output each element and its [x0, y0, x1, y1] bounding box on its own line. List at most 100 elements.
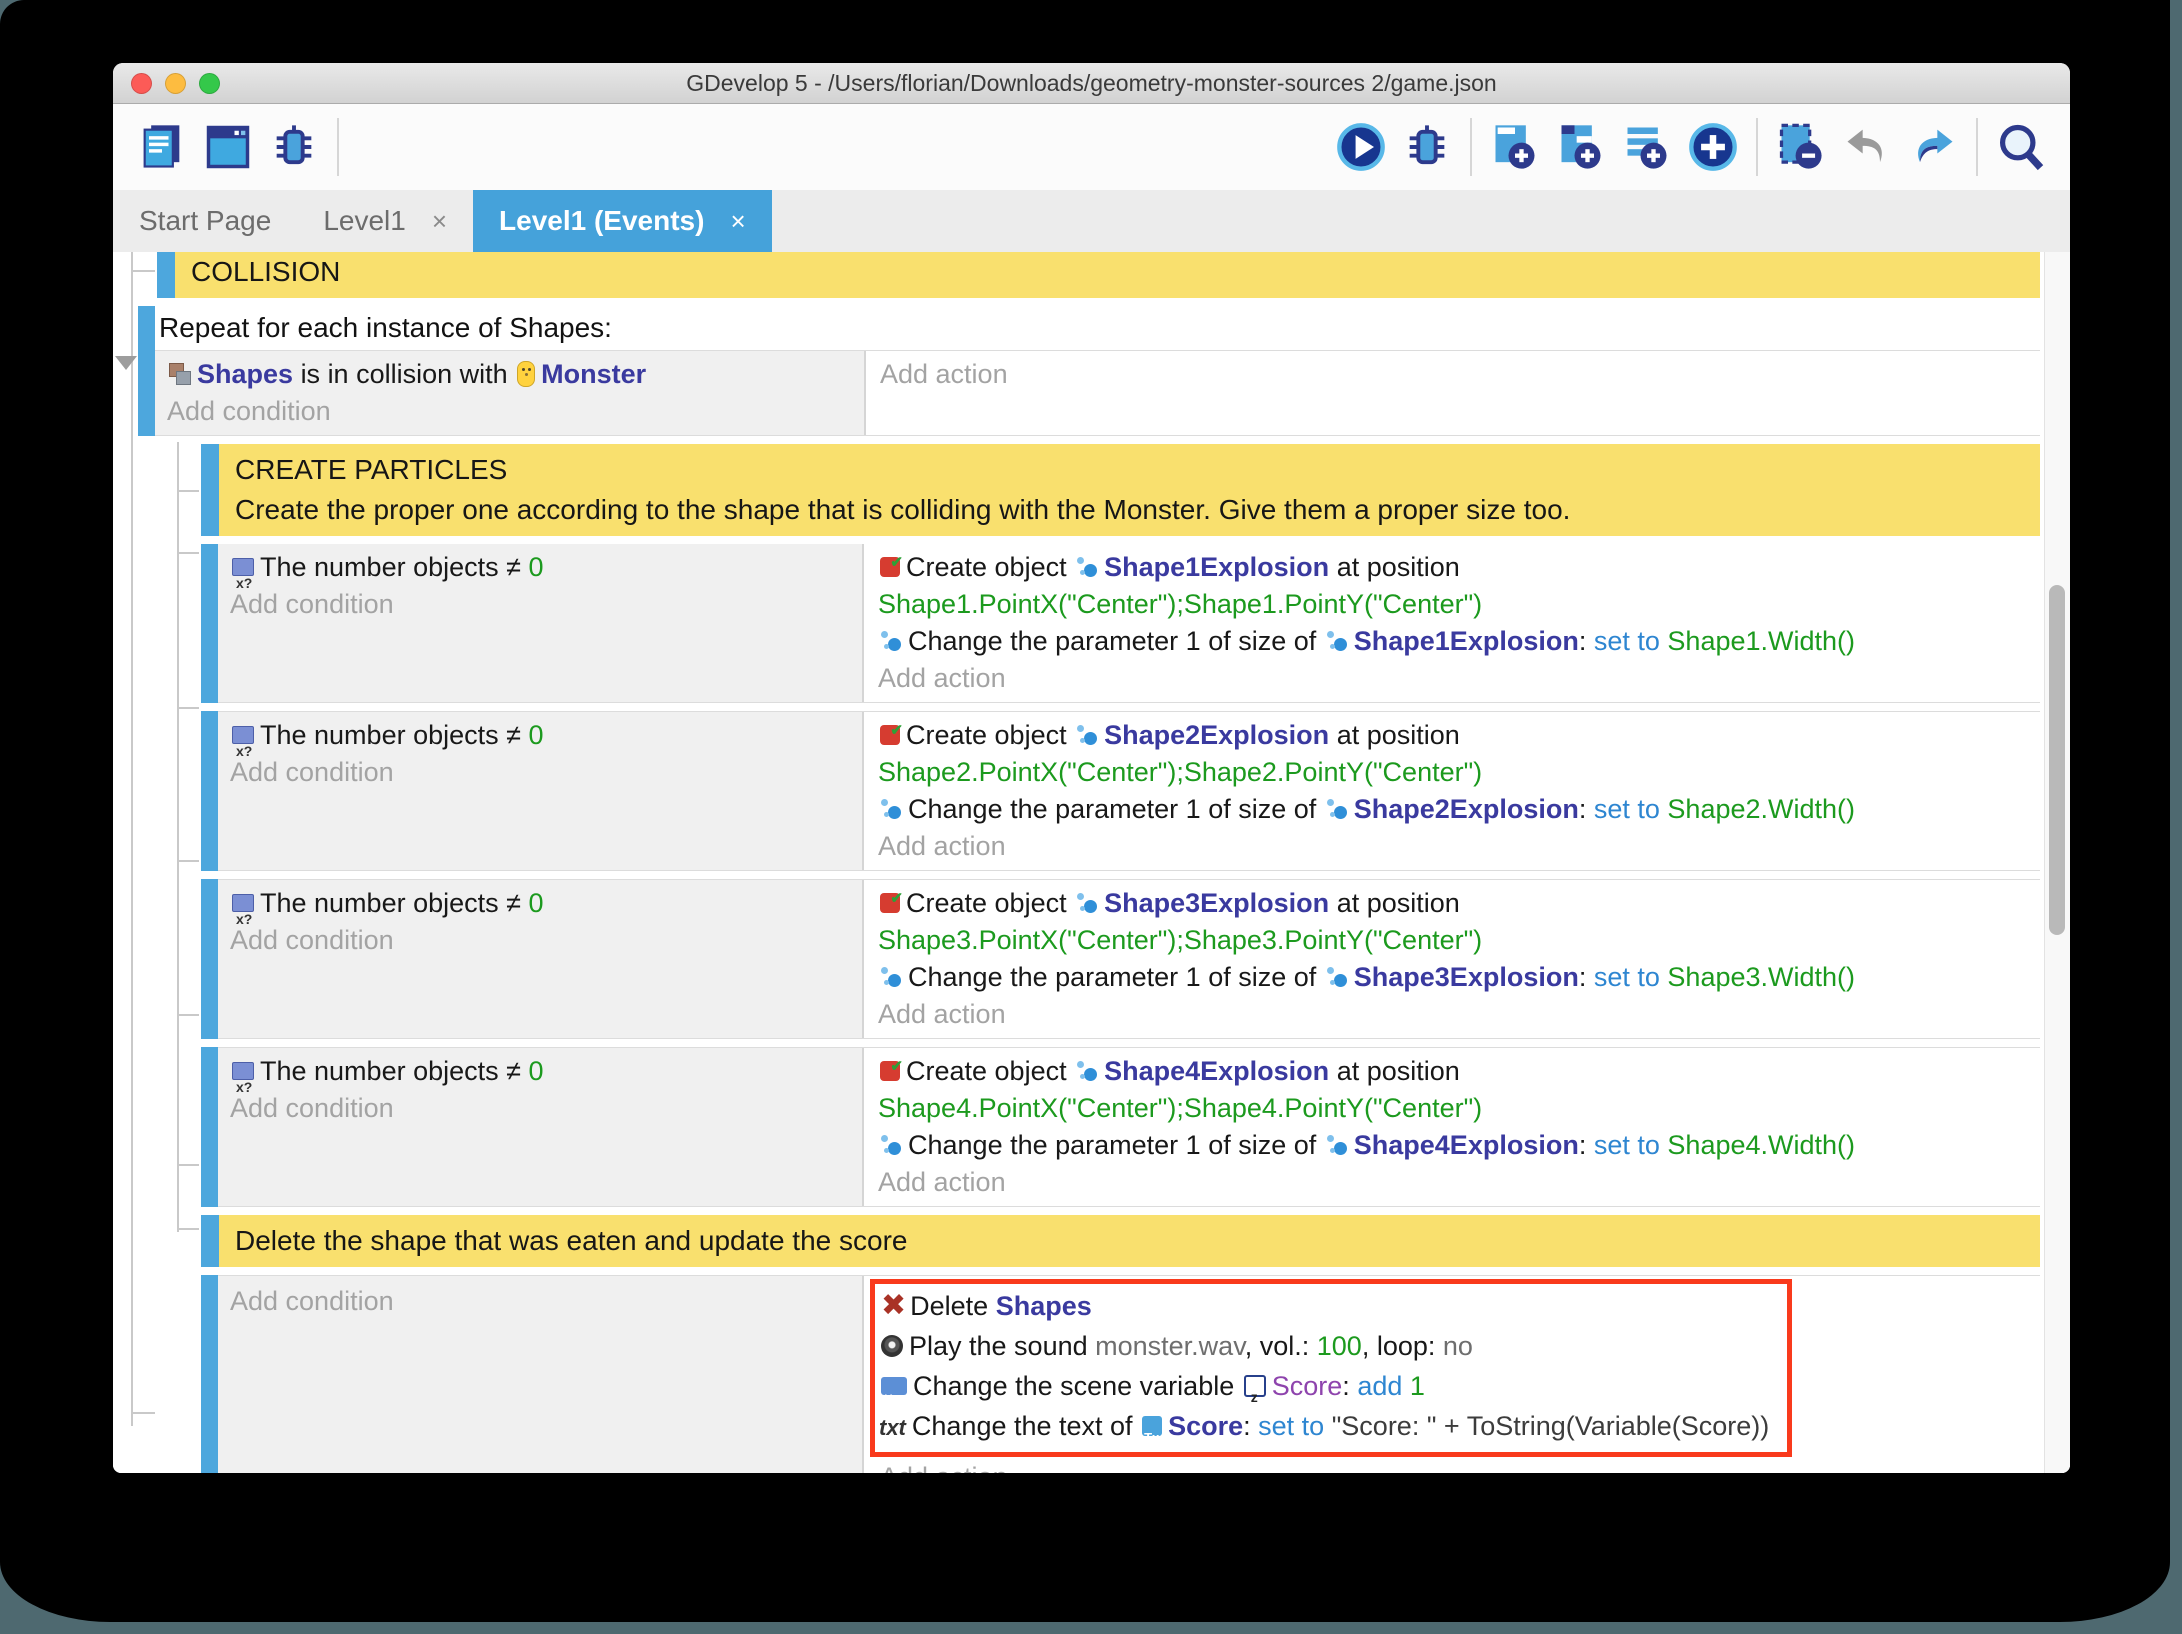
- objects-count-icon: [232, 894, 254, 912]
- project-manager-icon[interactable]: [134, 119, 190, 175]
- add-action-button[interactable]: Add action: [880, 1457, 2026, 1473]
- particle-object-icon: [880, 966, 902, 988]
- comment-row-delete-shape[interactable]: Delete the shape that was eaten and upda…: [201, 1215, 2040, 1267]
- comment-text[interactable]: COLLISION: [175, 252, 2040, 298]
- scene-editor-icon[interactable]: [200, 119, 256, 175]
- add-action-button[interactable]: Add action: [878, 828, 2026, 865]
- event-handle[interactable]: [201, 544, 218, 703]
- add-condition-button[interactable]: Add condition: [167, 393, 852, 430]
- conditions-cell[interactable]: The number objects ≠ 0 Add condition: [218, 544, 864, 702]
- event-handle[interactable]: [201, 711, 218, 871]
- window-title: GDevelop 5 - /Users/florian/Downloads/ge…: [113, 70, 2070, 97]
- undo-icon[interactable]: [1839, 119, 1895, 175]
- comment-row-collision[interactable]: COLLISION: [157, 252, 2040, 298]
- event-handle[interactable]: [138, 306, 155, 436]
- add-subevent-icon[interactable]: [1553, 119, 1609, 175]
- scrollbar-track[interactable]: [2044, 252, 2070, 1473]
- redo-icon[interactable]: [1905, 119, 1961, 175]
- add-action-button[interactable]: Add action: [878, 1164, 2026, 1201]
- comment-text[interactable]: CREATE PARTICLES Create the proper one a…: [219, 444, 2040, 536]
- conditions-cell[interactable]: The number objects ≠ 0 Add condition: [218, 712, 864, 870]
- actions-cell[interactable]: Create object Shape3Explosion at positio…: [864, 880, 2040, 1038]
- search-icon[interactable]: [1993, 119, 2049, 175]
- shape2-event[interactable]: The number objects ≠ 0 Add condition Cre…: [201, 711, 2040, 871]
- toolbar-separator: [337, 118, 339, 176]
- action-text: Change the parameter 1 of size of: [908, 794, 1316, 824]
- tab-start-page[interactable]: Start Page: [113, 190, 297, 252]
- actions-cell[interactable]: Create object Shape4Explosion at positio…: [864, 1048, 2040, 1206]
- object-name: Shape2Explosion: [1104, 720, 1329, 750]
- selected-actions-outline[interactable]: ✖Delete Shapes Play the sound monster.wa…: [870, 1279, 1792, 1457]
- shapes-object-icon: [169, 363, 191, 385]
- shape3-event[interactable]: The number objects ≠ 0 Add condition Cre…: [201, 879, 2040, 1039]
- condition-value: 0: [528, 1056, 543, 1086]
- operator: set to: [1594, 1130, 1660, 1160]
- add-condition-button[interactable]: Add condition: [230, 922, 850, 959]
- size-expression: Shape4.Width(): [1667, 1130, 1855, 1160]
- actions-cell[interactable]: Create object Shape2Explosion at positio…: [864, 712, 2040, 870]
- tree-tick: [177, 1228, 199, 1230]
- action-text: Change the text of: [912, 1411, 1133, 1441]
- event-handle[interactable]: [201, 879, 218, 1039]
- tab-level1[interactable]: Level1 ×: [297, 190, 473, 252]
- operator: add: [1357, 1371, 1402, 1401]
- actions-cell[interactable]: Add action: [866, 351, 2040, 435]
- event-handle[interactable]: [201, 1215, 219, 1267]
- objects-count-icon: [232, 726, 254, 744]
- conditions-cell[interactable]: The number objects ≠ 0 Add condition: [218, 880, 864, 1038]
- conditions-cell[interactable]: Add condition: [218, 1276, 864, 1473]
- action-text: Delete: [910, 1291, 988, 1321]
- close-tab-icon[interactable]: ×: [432, 206, 447, 237]
- add-comment-icon[interactable]: [1619, 119, 1675, 175]
- object-name: Shape3Explosion: [1104, 888, 1329, 918]
- conditions-cell[interactable]: The number objects ≠ 0 Add condition: [218, 1048, 864, 1206]
- add-condition-button[interactable]: Add condition: [230, 1281, 850, 1321]
- action-text: Change the scene variable: [913, 1371, 1234, 1401]
- event-handle[interactable]: [157, 252, 175, 298]
- tab-label: Start Page: [139, 205, 271, 237]
- add-action-button[interactable]: Add action: [878, 660, 2026, 697]
- add-condition-button[interactable]: Add condition: [230, 586, 850, 623]
- play-icon[interactable]: [1333, 119, 1389, 175]
- add-action-button[interactable]: Add action: [880, 356, 2026, 393]
- action-text: Change the parameter 1 of size of: [908, 962, 1316, 992]
- action-text: Create object: [906, 552, 1067, 582]
- tree-tick: [177, 1014, 199, 1016]
- comment-text[interactable]: Delete the shape that was eaten and upda…: [219, 1215, 2040, 1267]
- object-name: Shape3Explosion: [1354, 962, 1579, 992]
- object-name: Shape1Explosion: [1354, 626, 1579, 656]
- actions-cell[interactable]: ✖Delete Shapes Play the sound monster.wa…: [864, 1276, 2040, 1473]
- operator: set to: [1258, 1411, 1324, 1441]
- tree-line: [177, 442, 179, 1232]
- tab-level1-events[interactable]: Level1 (Events) ×: [473, 190, 772, 252]
- event-handle[interactable]: [201, 1275, 218, 1473]
- remove-event-icon[interactable]: [1773, 119, 1829, 175]
- variable-name: Score: [1272, 1371, 1343, 1401]
- conditions-cell[interactable]: Shapes is in collision with Monster Add …: [155, 351, 866, 435]
- scrollbar-thumb[interactable]: [2049, 585, 2065, 935]
- shape4-event[interactable]: The number objects ≠ 0 Add condition Cre…: [201, 1047, 2040, 1207]
- add-condition-button[interactable]: Add condition: [230, 1090, 850, 1127]
- actions-cell[interactable]: Create object Shape1Explosion at positio…: [864, 544, 2040, 702]
- colon: :: [1579, 962, 1587, 992]
- add-circle-icon[interactable]: [1685, 119, 1741, 175]
- add-condition-button[interactable]: Add condition: [230, 754, 850, 791]
- text-expression: "Score: " + ToString(Variable(Score)): [1332, 1411, 1770, 1441]
- close-tab-icon[interactable]: ×: [730, 206, 745, 237]
- repeat-shapes-event[interactable]: Repeat for each instance of Shapes: Shap…: [138, 306, 2040, 436]
- event-handle[interactable]: [201, 444, 219, 536]
- action-text: Create object: [906, 888, 1067, 918]
- loop-value: no: [1443, 1331, 1473, 1361]
- event-handle[interactable]: [201, 1047, 218, 1207]
- shape1-event[interactable]: The number objects ≠ 0 Add condition Cre…: [201, 544, 2040, 703]
- collapse-arrow-icon[interactable]: [115, 356, 137, 370]
- titlebar: GDevelop 5 - /Users/florian/Downloads/ge…: [113, 63, 2070, 104]
- tree-tick: [177, 1164, 199, 1166]
- score-event[interactable]: Add condition ✖Delete Shapes Play the so…: [201, 1275, 2040, 1473]
- debugger-icon[interactable]: [266, 119, 322, 175]
- add-action-button[interactable]: Add action: [878, 996, 2026, 1033]
- debug-icon[interactable]: [1399, 119, 1455, 175]
- comment-row-create-particles[interactable]: CREATE PARTICLES Create the proper one a…: [201, 444, 2040, 536]
- add-event-icon[interactable]: [1487, 119, 1543, 175]
- tab-bar: Start Page Level1 × Level1 (Events) ×: [113, 190, 2070, 252]
